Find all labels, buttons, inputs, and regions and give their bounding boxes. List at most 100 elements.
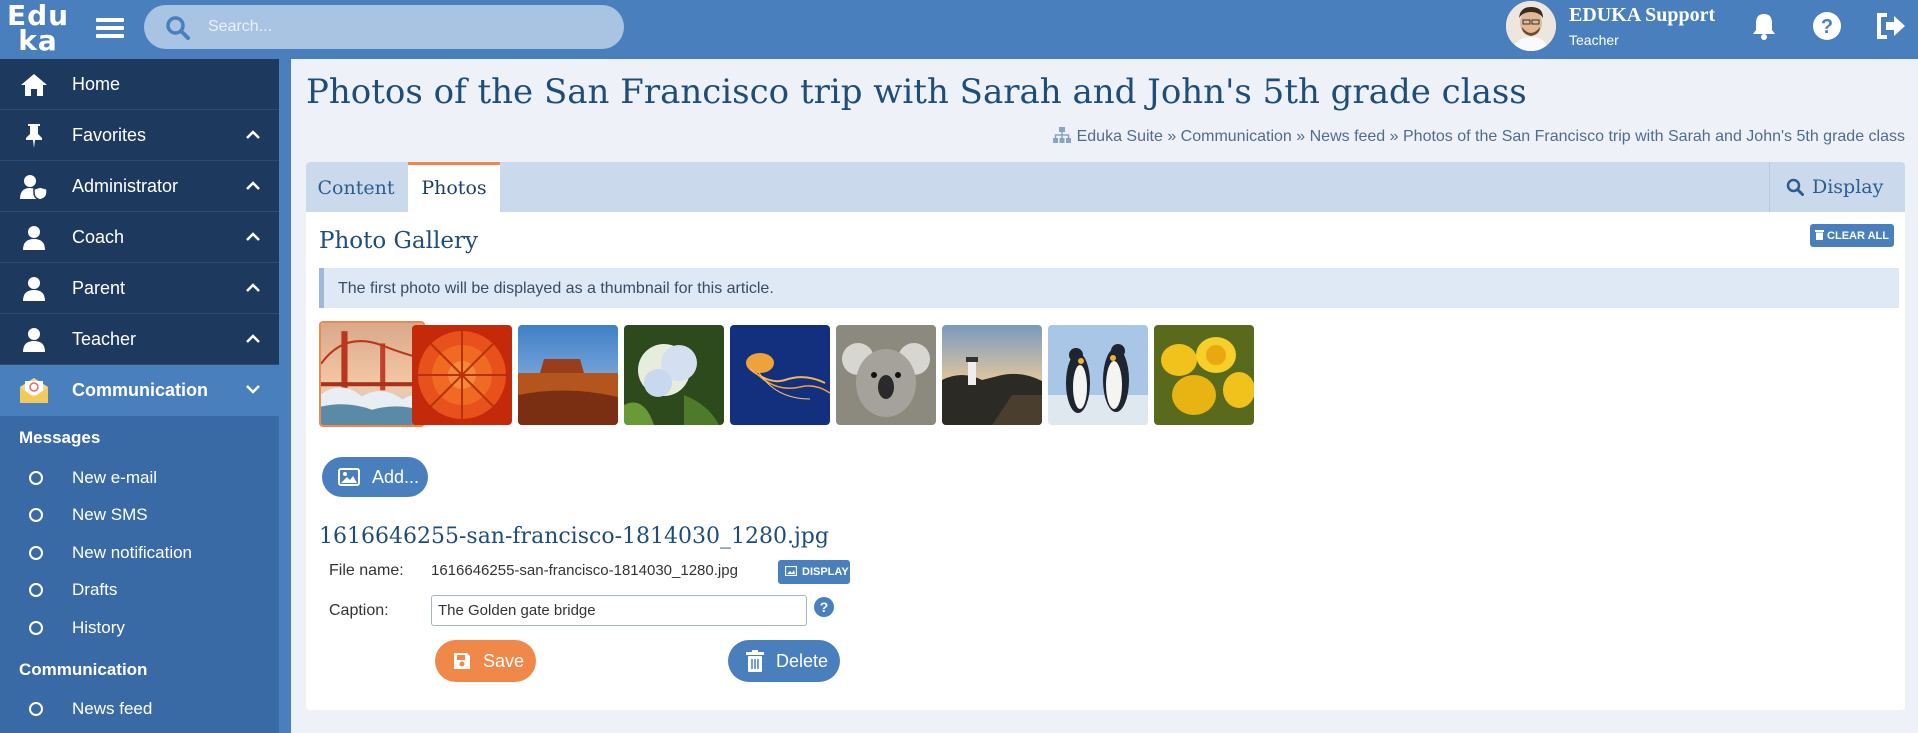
- chevron-up-icon: [246, 232, 260, 241]
- submenu-item-history[interactable]: History: [0, 611, 279, 645]
- image-icon: [785, 566, 797, 576]
- submenu-item-label: Drafts: [72, 580, 118, 599]
- photo-thumbnail-hydrangea[interactable]: [624, 325, 724, 425]
- photo-thumbnail-koala[interactable]: [836, 325, 936, 425]
- search-icon: [1786, 178, 1804, 196]
- tab-photos[interactable]: Photos: [408, 162, 500, 212]
- sidebar-item-teacher[interactable]: Teacher: [0, 314, 279, 365]
- user-shield-icon: [20, 175, 48, 200]
- breadcrumb[interactable]: Eduka Suite » Communication » News feed …: [1052, 127, 1905, 146]
- breadcrumb-text[interactable]: Eduka Suite » Communication » News feed …: [1077, 128, 1905, 145]
- save-button[interactable]: Save: [435, 640, 536, 682]
- home-icon: [21, 74, 47, 96]
- photo-thumbnail-desert[interactable]: [518, 325, 618, 425]
- submenu-item-label: New notification: [72, 543, 193, 562]
- tab-bar: Content Photos Display: [306, 162, 1905, 212]
- svg-text:?: ?: [1821, 16, 1833, 38]
- trash-icon: [746, 650, 764, 672]
- delete-label: Delete: [776, 651, 829, 671]
- floppy-disk-icon: [454, 653, 470, 669]
- sidebar-edge: [279, 59, 291, 733]
- submenu-item-label: New SMS: [72, 505, 148, 524]
- bell-icon[interactable]: [1750, 11, 1778, 41]
- add-label: Add...: [372, 467, 420, 487]
- sidebar-item-label: Parent: [72, 278, 126, 298]
- search-input[interactable]: [208, 5, 608, 49]
- display-file-button[interactable]: DISPLAY: [778, 560, 850, 584]
- submenu-item-label: News feed: [72, 699, 153, 718]
- chevron-up-icon: [246, 130, 260, 139]
- file-name-value: 1616646255-san-francisco-1814030_1280.jp…: [431, 562, 738, 579]
- circle-icon: [29, 508, 43, 522]
- sidebar-item-home[interactable]: Home: [0, 59, 279, 110]
- submenu-item-news-feed[interactable]: News feed: [0, 692, 279, 726]
- user-role: Teacher: [1569, 32, 1619, 48]
- chevron-down-icon: [246, 385, 260, 394]
- content-card: Content Photos Display Photo Gallery CLE…: [306, 162, 1905, 710]
- submenu-section-communication: Communication: [19, 660, 148, 679]
- sidebar-item-label: Favorites: [72, 125, 147, 145]
- help-icon[interactable]: ?: [1812, 11, 1842, 41]
- display-label: Display: [1812, 176, 1884, 198]
- display-file-label: DISPLAY: [802, 566, 849, 578]
- user-icon: [23, 328, 45, 352]
- sidebar-item-administrator[interactable]: Administrator: [0, 161, 279, 212]
- user-icon: [23, 277, 45, 301]
- circle-icon: [29, 702, 43, 716]
- submenu-section-messages: Messages: [19, 428, 101, 447]
- sidebar-item-communication[interactable]: Communication: [0, 365, 279, 416]
- chevron-up-icon: [246, 283, 260, 292]
- user-name[interactable]: EDUKA Support: [1569, 4, 1715, 27]
- envelope-icon: [20, 378, 48, 403]
- eduka-logo[interactable]: Edu ka: [0, 0, 76, 59]
- sidebar-item-label: Administrator: [72, 176, 179, 196]
- logout-icon[interactable]: [1875, 11, 1907, 41]
- hamburger-menu-icon[interactable]: [96, 14, 124, 42]
- sidebar-item-label: Communication: [72, 380, 209, 400]
- photo-thumbnail-flower[interactable]: [412, 325, 512, 425]
- sidebar-item-coach[interactable]: Coach: [0, 212, 279, 263]
- photo-thumbnail-golden-gate[interactable]: [319, 321, 425, 427]
- submenu-item-new-notification[interactable]: New notification: [0, 536, 279, 570]
- circle-icon: [29, 546, 43, 560]
- image-icon: [338, 468, 360, 486]
- sidebar-item-label: Coach: [72, 227, 125, 247]
- submenu-item-new-email[interactable]: New e-mail: [0, 461, 279, 495]
- photo-thumbnail-jellyfish[interactable]: [730, 325, 830, 425]
- photo-thumbnail-penguins[interactable]: [1048, 325, 1148, 425]
- gallery-title: Photo Gallery: [319, 228, 478, 254]
- photo-thumbnail-lighthouse[interactable]: [942, 325, 1042, 425]
- delete-button[interactable]: Delete: [728, 640, 840, 682]
- sidebar-item-label: Home: [72, 74, 121, 94]
- add-photo-button[interactable]: Add...: [322, 457, 428, 497]
- caption-input[interactable]: [431, 595, 807, 626]
- caption-label: Caption:: [329, 602, 389, 619]
- submenu-item-new-sms[interactable]: New SMS: [0, 498, 279, 532]
- caption-help-icon[interactable]: ?: [813, 596, 835, 618]
- display-button[interactable]: Display: [1769, 162, 1905, 212]
- sidebar-item-favorites[interactable]: Favorites: [0, 110, 279, 161]
- tab-content[interactable]: Content: [306, 162, 406, 212]
- user-avatar[interactable]: [1506, 1, 1556, 51]
- sidebar-item-parent[interactable]: Parent: [0, 263, 279, 314]
- trash-icon: [1815, 230, 1825, 240]
- search-bar: [144, 5, 624, 49]
- circle-icon: [29, 583, 43, 597]
- file-name-label: File name:: [329, 562, 404, 579]
- page-title: Photos of the San Francisco trip with Sa…: [306, 72, 1527, 112]
- submenu-item-drafts[interactable]: Drafts: [0, 573, 279, 607]
- file-heading: 1616646255-san-francisco-1814030_1280.jp…: [319, 524, 829, 549]
- circle-icon: [29, 471, 43, 485]
- clear-all-button[interactable]: CLEAR ALL: [1810, 224, 1894, 247]
- submenu-item-label: History: [72, 618, 125, 637]
- sidebar-item-label: Teacher: [72, 329, 137, 349]
- user-icon: [23, 226, 45, 250]
- submenu-item-label: New e-mail: [72, 468, 158, 487]
- circle-icon: [29, 621, 43, 635]
- photo-thumbnail-tulips[interactable]: [1154, 325, 1254, 425]
- info-banner: The first photo will be displayed as a t…: [319, 268, 1899, 308]
- save-label: Save: [483, 651, 525, 671]
- clear-all-label: CLEAR ALL: [1827, 230, 1889, 242]
- pin-icon: [26, 124, 42, 148]
- chevron-up-icon: [246, 334, 260, 343]
